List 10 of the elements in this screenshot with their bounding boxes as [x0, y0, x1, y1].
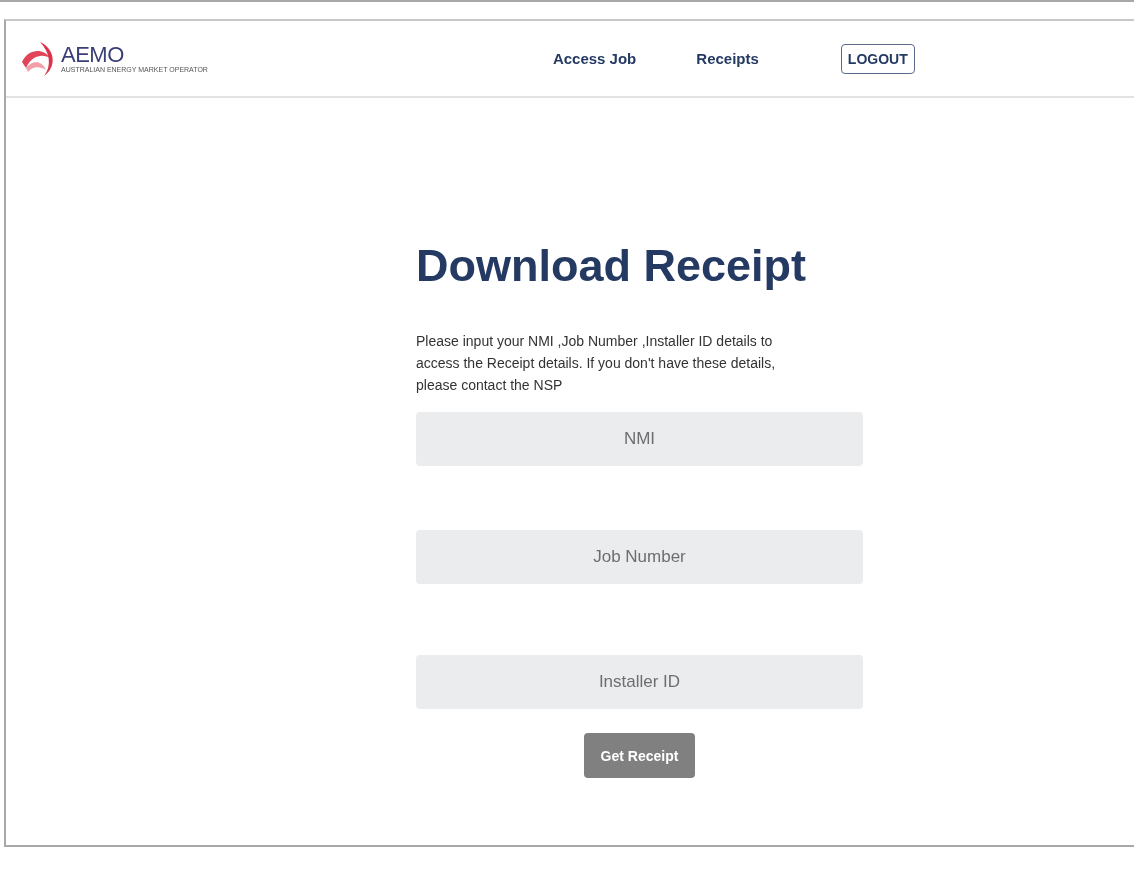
- nav-link[interactable]: Receipts: [696, 50, 759, 67]
- input-field[interactable]: Job Number: [416, 530, 863, 584]
- input-field[interactable]: NMI: [416, 412, 863, 466]
- logo-wordmark: AEMO: [61, 43, 125, 66]
- intro-paragraph: Please input your NMI ,Job Number ,Installer ID details to access the Receipt details. If you don't have these details, please contact the NSP: [416, 332, 777, 395]
- nav-link[interactable]: Access Job: [552, 50, 637, 67]
- input-field[interactable]: Installer ID: [416, 655, 863, 709]
- page-title: Download Receipt: [416, 239, 808, 293]
- logout-button[interactable]: LOGOUT: [840, 43, 915, 74]
- get-receipt-button[interactable]: Get Receipt: [584, 733, 695, 778]
